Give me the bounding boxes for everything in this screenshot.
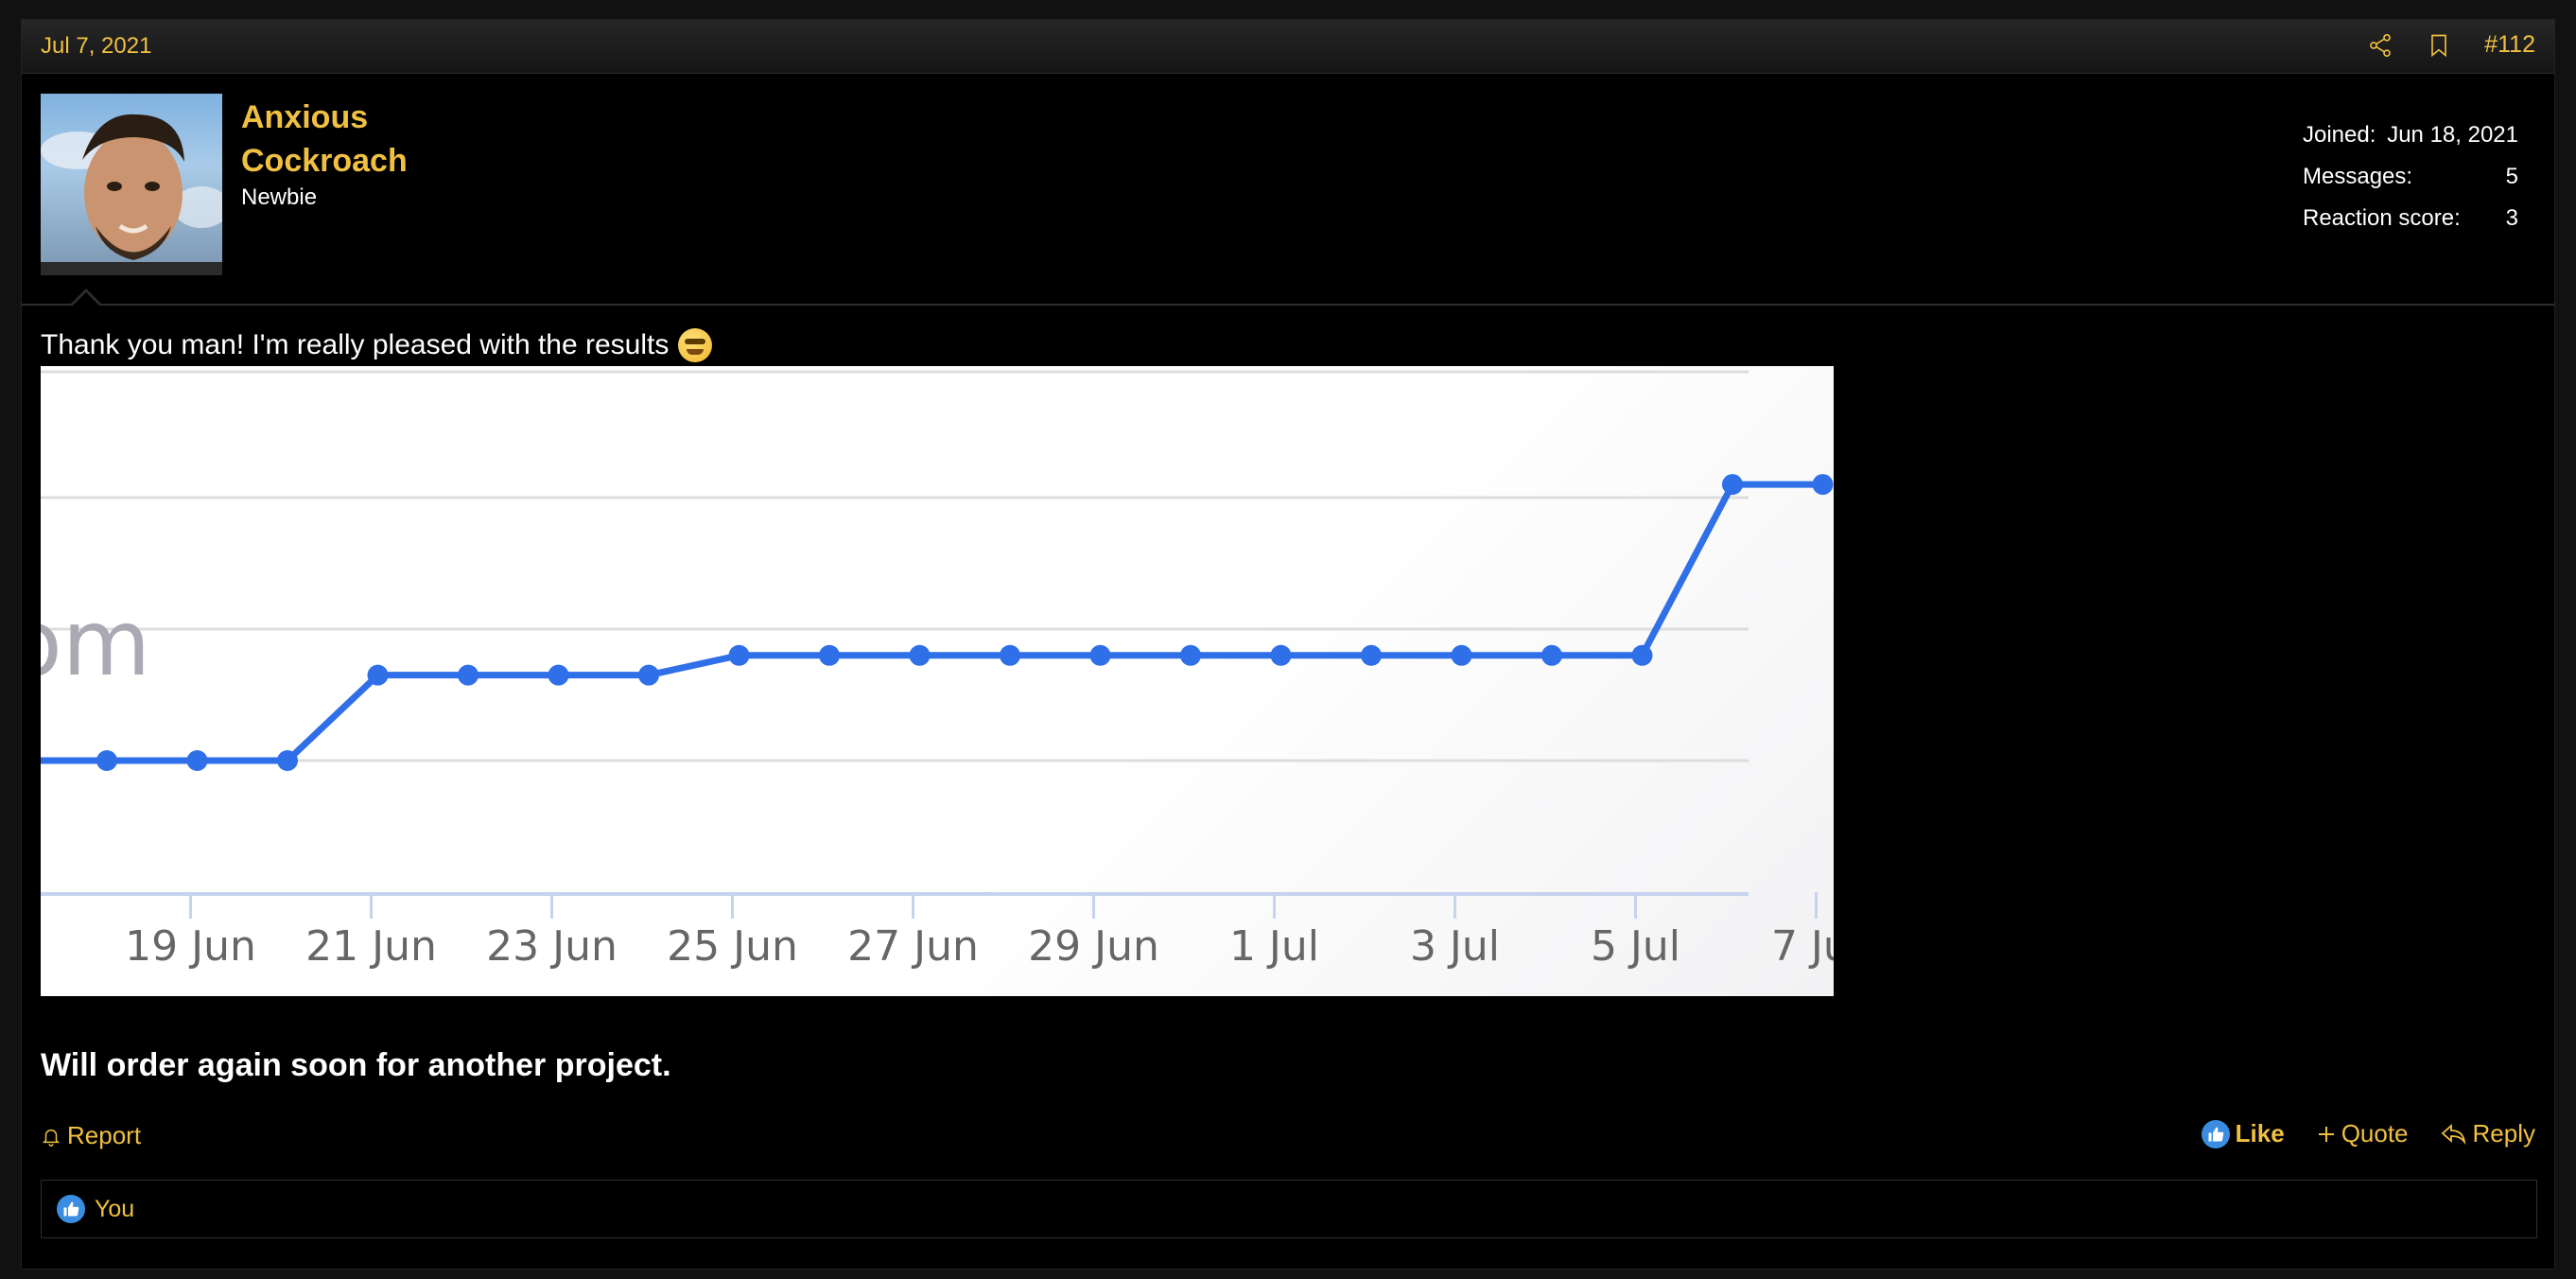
stat-value: 3 (2505, 205, 2518, 231)
x-tick-label: 3 Jul (1410, 922, 1500, 971)
data-point (1631, 644, 1653, 666)
stat-value: Jun 18, 2021 (2387, 122, 2518, 148)
bell-icon (42, 1129, 61, 1147)
data-point (819, 644, 840, 666)
reaction-user[interactable]: You (95, 1196, 134, 1223)
series-line (107, 481, 1823, 764)
data-point (186, 750, 208, 771)
data-point (548, 664, 569, 686)
divider (22, 304, 2554, 306)
quote-button[interactable]: Quote (2317, 1119, 2409, 1148)
data-point (277, 750, 298, 771)
data-point (367, 664, 389, 686)
bookmark-icon[interactable] (2426, 32, 2452, 59)
report-label: Report (67, 1121, 142, 1149)
thumbs-up-icon (2201, 1119, 2230, 1148)
message-body: Thank you man! I'm really pleased with t… (41, 329, 670, 360)
user-stats: Joined: Jun 18, 2021 Messages: 5 Reactio… (2303, 122, 2518, 247)
reply-icon (2441, 1123, 2465, 1145)
data-point (728, 644, 750, 666)
reply-label: Reply (2472, 1119, 2535, 1148)
data-point (1180, 644, 1201, 666)
x-tick-label: 27 Jun (847, 922, 979, 971)
data-point (909, 644, 931, 666)
like-button[interactable]: Like (2201, 1119, 2285, 1148)
message-closing: Will order again soon for another projec… (41, 1047, 671, 1083)
x-tick-label: 7 Jul (1771, 922, 1834, 971)
data-point (1089, 644, 1111, 666)
header-actions: #112 (2367, 31, 2535, 59)
x-tick-label: 21 Jun (305, 922, 437, 971)
post-date[interactable]: Jul 7, 2021 (41, 33, 151, 60)
x-tick-label: 5 Jul (1591, 922, 1680, 971)
stat-value: 5 (2505, 164, 2518, 189)
stat-joined: Joined: Jun 18, 2021 (2303, 122, 2518, 164)
thumbs-up-icon (57, 1195, 85, 1223)
stat-label: Joined: (2303, 122, 2376, 148)
data-point (458, 664, 479, 686)
data-point (638, 664, 659, 686)
like-label: Like (2235, 1119, 2285, 1148)
data-point (1451, 644, 1472, 666)
user-title: Newbie (241, 184, 318, 210)
share-icon[interactable] (2367, 32, 2393, 59)
data-point (1000, 644, 1020, 666)
x-tick-label: 23 Jun (486, 922, 618, 971)
message-pointer-inner (73, 292, 99, 306)
x-tick-label: 1 Jul (1229, 922, 1319, 971)
reply-button[interactable]: Reply (2441, 1119, 2535, 1148)
report-link[interactable]: Report (41, 1121, 141, 1150)
x-tick-label: 25 Jun (667, 922, 798, 971)
x-tick-label: 19 Jun (125, 922, 256, 971)
reactions-bar[interactable]: You (41, 1180, 2537, 1238)
username-link[interactable]: Anxious Cockroach (241, 96, 525, 183)
plus-icon (2318, 1126, 2334, 1142)
data-point (96, 750, 117, 771)
data-point (1270, 644, 1292, 666)
data-point (1541, 644, 1562, 666)
post-header: Jul 7, 2021 #112 (22, 20, 2554, 74)
post-number-link[interactable]: #112 (2484, 31, 2535, 59)
stat-label: Messages: (2303, 164, 2413, 189)
y-tick-label: om (41, 590, 150, 696)
post-actions: Like Quote Reply (2201, 1119, 2535, 1148)
stat-label: Reaction score: (2303, 205, 2461, 231)
data-point (1812, 474, 1834, 496)
stat-messages: Messages: 5 (2303, 164, 2518, 205)
message-text: Thank you man! I'm really pleased with t… (41, 328, 713, 362)
grin-emoji-icon (678, 328, 713, 362)
stat-reaction-score: Reaction score: 3 (2303, 205, 2518, 247)
x-tick-label: 29 Jun (1028, 922, 1159, 971)
data-point (1361, 644, 1382, 666)
forum-post: Jul 7, 2021 #112 Anxious Cockroach Newbi… (21, 19, 2555, 1270)
chart-image[interactable]: om 19 Jun 21 Jun 23 Jun 25 Jun 27 Jun 29 Jun 1 … (41, 366, 1834, 996)
quote-label: Quote (2341, 1119, 2409, 1148)
line-chart: om 19 Jun 21 Jun 23 Jun 25 Jun 27 Jun 29 Jun 1 … (41, 370, 1834, 971)
avatar[interactable] (41, 94, 222, 275)
data-point (1722, 474, 1743, 496)
